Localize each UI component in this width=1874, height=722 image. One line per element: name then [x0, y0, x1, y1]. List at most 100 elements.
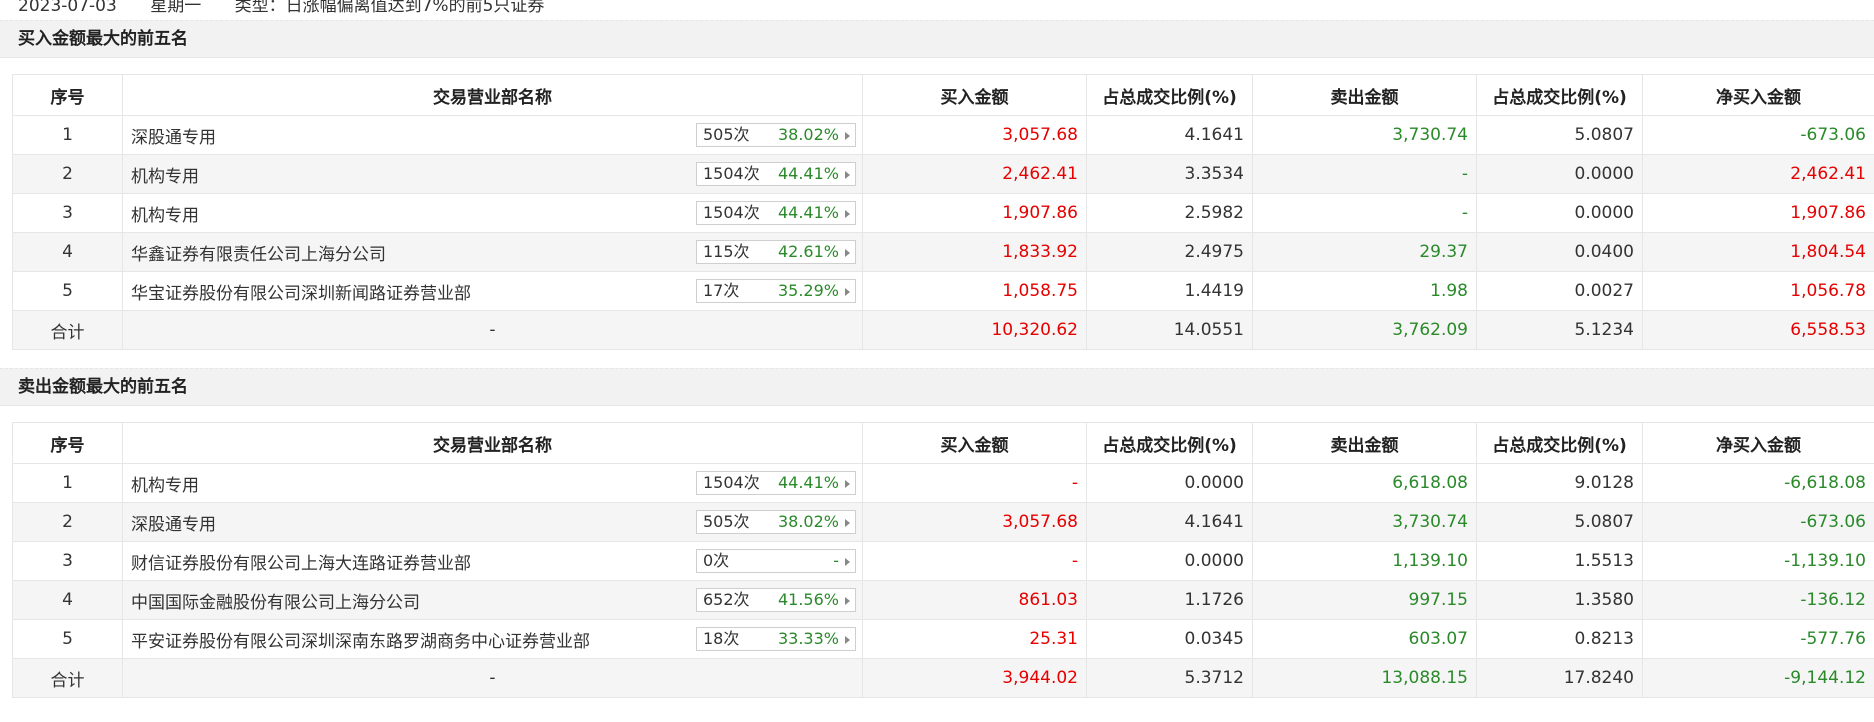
win-rate: 38.02% [777, 125, 839, 144]
dept-name-cell: 机构专用 1504次 44.41% [122, 193, 863, 233]
chevron-right-icon [845, 210, 850, 218]
dept-stats-button[interactable]: 505次 38.02% [696, 510, 856, 534]
table-row: 4 华鑫证券有限责任公司上海分公司 115次 42.61% 1,833.92 2.4975… [12, 232, 1874, 272]
listing-count: 505次 [703, 125, 750, 144]
dept-stats-button[interactable]: 1504次 44.41% [696, 471, 856, 495]
total-sell: 13,088.15 [1252, 658, 1477, 698]
table-row: 2 机构专用 1504次 44.41% 2,462.41 3.3534-0.0000 2,4… [12, 154, 1874, 194]
dept-stats-button[interactable]: 1504次 44.41% [696, 201, 856, 225]
sell-ratio: 1.3580 [1476, 580, 1643, 620]
dept-stats-button[interactable]: 652次 41.56% [696, 588, 856, 612]
dept-name: 平安证券股份有限公司深圳深南东路罗湖商务中心证券营业部 [131, 631, 590, 652]
net-amount: -577.76 [1642, 619, 1874, 659]
dept-stats-button[interactable]: 505次 38.02% [696, 123, 856, 147]
sell-ratio: 5.0807 [1476, 115, 1643, 155]
row-index: 1 [12, 115, 123, 155]
buy-ratio: 2.5982 [1086, 193, 1253, 233]
dept-name-cell: 华宝证券股份有限公司深圳新闻路证券营业部 17次 35.29% [122, 271, 863, 311]
header-line: 2023-07-03 星期一 类型：日涨幅偏离值达到7%的前5只证券 [0, 0, 1874, 17]
chevron-right-icon [845, 288, 850, 296]
dept-name: 华鑫证券有限责任公司上海分公司 [131, 244, 386, 265]
chevron-right-icon [845, 519, 850, 527]
dept-stats-button[interactable]: 1504次 44.41% [696, 162, 856, 186]
sell-ratio: 1.5513 [1476, 541, 1643, 581]
buy-ratio: 4.1641 [1086, 115, 1253, 155]
total-sell: 3,762.09 [1252, 310, 1477, 350]
net-amount: -6,618.08 [1642, 463, 1874, 503]
col-net: 净买入金额 [1642, 74, 1874, 116]
dept-stats-button[interactable]: 0次 - [696, 549, 856, 573]
col-net: 净买入金额 [1642, 422, 1874, 464]
sell-ratio: 5.0807 [1476, 502, 1643, 542]
dept-name-cell: 机构专用 1504次 44.41% [122, 463, 863, 503]
sell-top5-table: 序号 交易营业部名称 买入金额 占总成交比例(%) 卖出金额 占总成交比例(%)… [12, 422, 1874, 698]
net-amount: -673.06 [1642, 502, 1874, 542]
win-rate: 44.41% [777, 473, 839, 492]
col-buy: 买入金额 [862, 422, 1087, 464]
total-net: -9,144.12 [1642, 658, 1874, 698]
sell-amount: 29.37 [1252, 232, 1477, 272]
buy-amount: 3,057.68 [862, 502, 1087, 542]
win-rate: - [833, 551, 839, 570]
row-index: 4 [12, 232, 123, 272]
buy-ratio: 3.3534 [1086, 154, 1253, 194]
listing-count: 18次 [703, 629, 740, 648]
table-row: 5 华宝证券股份有限公司深圳新闻路证券营业部 17次 35.29% 1,058.75 1.… [12, 271, 1874, 311]
row-index: 3 [12, 193, 123, 233]
chevron-right-icon [845, 480, 850, 488]
table-row: 5 平安证券股份有限公司深圳深南东路罗湖商务中心证券营业部 18次 33.33% 25.… [12, 619, 1874, 659]
col-buy-ratio: 占总成交比例(%) [1086, 422, 1253, 464]
buy-ratio: 0.0000 [1086, 541, 1253, 581]
listing-count: 0次 [703, 551, 730, 570]
total-row: 合计 -3,944.02 5.3712 13,088.15 17.8240 -9,144.… [12, 658, 1874, 698]
listing-count: 652次 [703, 590, 750, 609]
buy-ratio: 1.4419 [1086, 271, 1253, 311]
dept-name-cell: 财信证券股份有限公司上海大连路证券营业部 0次 - [122, 541, 863, 581]
col-buy: 买入金额 [862, 74, 1087, 116]
sell-amount: 997.15 [1252, 580, 1477, 620]
net-amount: 1,056.78 [1642, 271, 1874, 311]
buy-ratio: 2.4975 [1086, 232, 1253, 272]
total-buy: 10,320.62 [862, 310, 1087, 350]
listing-count: 505次 [703, 512, 750, 531]
total-row: 合计 -10,320.62 14.0551 3,762.09 5.1234 6,558.5… [12, 310, 1874, 350]
net-amount: 2,462.41 [1642, 154, 1874, 194]
col-sell-ratio: 占总成交比例(%) [1476, 422, 1643, 464]
dept-name-cell: 平安证券股份有限公司深圳深南东路罗湖商务中心证券营业部 18次 33.33% [122, 619, 863, 659]
buy-top5-table: 序号 交易营业部名称 买入金额 占总成交比例(%) 卖出金额 占总成交比例(%)… [12, 74, 1874, 350]
table-row: 2 深股通专用 505次 38.02% 3,057.68 4.1641 3,730.74 5.… [12, 502, 1874, 542]
buy-amount: 861.03 [862, 580, 1087, 620]
dept-stats-button[interactable]: 17次 35.29% [696, 279, 856, 303]
dept-name: 华宝证券股份有限公司深圳新闻路证券营业部 [131, 283, 471, 304]
chevron-right-icon [845, 558, 850, 566]
listing-count: 1504次 [703, 164, 760, 183]
sell-amount: - [1252, 193, 1477, 233]
dept-name: 中国国际金融股份有限公司上海分公司 [131, 592, 420, 613]
weekday-text: 星期一 [150, 0, 202, 16]
total-label: 合计 [12, 658, 123, 698]
win-rate: 38.02% [777, 512, 839, 531]
sell-ratio: 0.0000 [1476, 193, 1643, 233]
sell-amount: 3,730.74 [1252, 502, 1477, 542]
col-sell: 卖出金额 [1252, 74, 1477, 116]
buy-ratio: 0.0000 [1086, 463, 1253, 503]
row-index: 4 [12, 580, 123, 620]
dept-stats-button[interactable]: 18次 33.33% [696, 627, 856, 651]
sell-ratio: 0.0027 [1476, 271, 1643, 311]
sell-amount: 6,618.08 [1252, 463, 1477, 503]
row-index: 2 [12, 154, 123, 194]
col-sell-ratio: 占总成交比例(%) [1476, 74, 1643, 116]
total-buy-ratio: 14.0551 [1086, 310, 1253, 350]
sell-amount: 603.07 [1252, 619, 1477, 659]
sell-section-title: 卖出金额最大的前五名 [0, 368, 1874, 406]
table-row: 3 机构专用 1504次 44.41% 1,907.86 2.5982-0.0000 1,9… [12, 193, 1874, 233]
chevron-right-icon [845, 636, 850, 644]
table-row: 1 机构专用 1504次 44.41% -0.0000 6,618.08 9.0128 -6,… [12, 463, 1874, 503]
table-row: 1 深股通专用 505次 38.02% 3,057.68 4.1641 3,730.74 5.… [12, 115, 1874, 155]
buy-amount: 3,057.68 [862, 115, 1087, 155]
total-name: - [122, 310, 863, 350]
sell-ratio: 0.0400 [1476, 232, 1643, 272]
sell-ratio: 9.0128 [1476, 463, 1643, 503]
dept-stats-button[interactable]: 115次 42.61% [696, 240, 856, 264]
dept-name-cell: 深股通专用 505次 38.02% [122, 502, 863, 542]
